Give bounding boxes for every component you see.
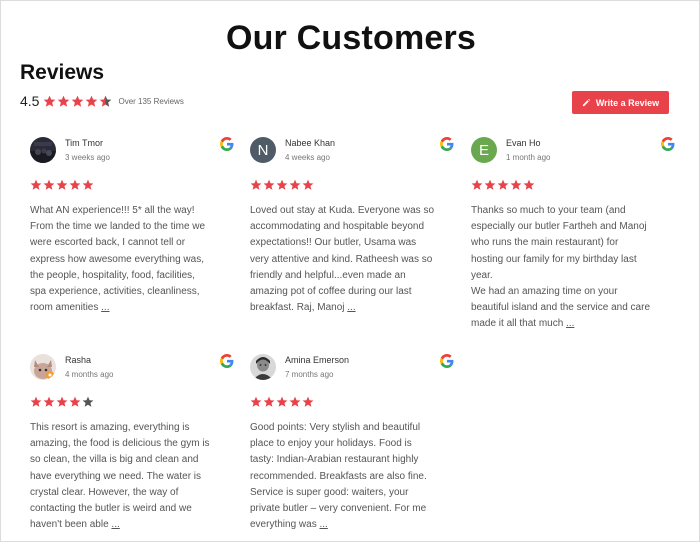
star-filled-icon: [302, 179, 314, 191]
read-more-link[interactable]: ...: [347, 302, 355, 313]
widget-frame: Our Customers Reviews 4.5 Over 135 Revie…: [0, 0, 700, 542]
star-filled-icon: [276, 179, 288, 191]
review-text: Thanks so much to your team (and especia…: [471, 205, 651, 330]
review-date: 4 weeks ago: [285, 153, 330, 162]
reviewer-name: Rasha: [65, 355, 92, 365]
rating-summary: 4.5 Over 135 Reviews: [20, 92, 184, 110]
star-filled-icon: [43, 95, 56, 108]
pencil-icon: [582, 98, 591, 107]
review-card: E Evan Ho 1 month ago Thanks so much to …: [471, 137, 675, 329]
star-filled-icon: [250, 396, 262, 408]
reviewer-name: Amina Emerson: [285, 355, 350, 365]
review-stars: [30, 396, 94, 408]
write-review-button[interactable]: Write a Review: [572, 91, 669, 114]
review-stars: [250, 179, 314, 191]
avatar: [30, 137, 56, 163]
star-filled-icon: [30, 179, 42, 191]
page-title: Our Customers: [225, 19, 477, 57]
review-date: 1 month ago: [506, 153, 551, 162]
star-filled-icon: [85, 95, 98, 108]
google-icon: [440, 354, 454, 368]
star-filled-icon: [497, 179, 509, 191]
star-filled-icon: [69, 396, 81, 408]
reviewer-name: Nabee Khan: [285, 138, 336, 148]
star-filled-icon: [56, 179, 68, 191]
star-filled-icon: [43, 396, 55, 408]
avatar-initial: E: [478, 141, 489, 159]
average-rating: 4.5: [20, 93, 40, 109]
star-empty-icon: [82, 396, 94, 408]
review-card: Amina Emerson 7 months ago Good points: …: [250, 354, 454, 530]
read-more-link[interactable]: ...: [319, 519, 327, 530]
google-icon: [661, 137, 675, 151]
google-icon: [220, 137, 234, 151]
star-filled-icon: [56, 396, 68, 408]
star-filled-icon: [289, 396, 301, 408]
read-more-link[interactable]: ...: [111, 519, 119, 530]
read-more-link[interactable]: ...: [101, 302, 109, 313]
review-date: 7 months ago: [285, 370, 334, 379]
google-icon: [440, 137, 454, 151]
star-filled-icon: [30, 396, 42, 408]
google-icon: [220, 354, 234, 368]
review-card: Tim Tmor 3 weeks ago What AN experience!…: [30, 137, 234, 313]
avatar: [250, 354, 276, 380]
reviewer-name: Evan Ho: [506, 138, 541, 148]
star-filled-icon: [484, 179, 496, 191]
review-text: What AN experience!!! 5* all the way! Fr…: [30, 205, 206, 314]
star-filled-icon: [82, 179, 94, 191]
star-filled-icon: [250, 179, 262, 191]
star-filled-icon: [71, 95, 84, 108]
average-rating-stars: [43, 95, 112, 108]
avatar: [30, 354, 56, 380]
avatar: N: [250, 137, 276, 163]
review-stars: [471, 179, 535, 191]
star-filled-icon: [302, 396, 314, 408]
avatar: E: [471, 137, 497, 163]
review-card: N Nabee Khan 4 weeks ago Loved out stay …: [250, 137, 454, 313]
review-stars: [250, 396, 314, 408]
review-stars: [30, 179, 94, 191]
review-count: Over 135 Reviews: [118, 96, 184, 106]
star-filled-icon: [276, 396, 288, 408]
star-filled-icon: [523, 179, 535, 191]
reviewer-name: Tim Tmor: [65, 138, 103, 148]
read-more-link[interactable]: ...: [566, 318, 574, 329]
star-filled-icon: [263, 396, 275, 408]
star-filled-icon: [510, 179, 522, 191]
star-filled-icon: [289, 179, 301, 191]
reviews-heading: Reviews: [20, 61, 105, 84]
review-text: Good points: Very stylish and beautiful …: [250, 422, 427, 531]
star-filled-icon: [263, 179, 275, 191]
star-filled-icon: [69, 179, 81, 191]
review-date: 4 months ago: [65, 370, 114, 379]
review-text: This resort is amazing, everything is am…: [30, 422, 210, 531]
review-card: Rasha 4 months ago This resort is amazin…: [30, 354, 234, 530]
review-date: 3 weeks ago: [65, 153, 110, 162]
star-filled-icon: [57, 95, 70, 108]
star-filled-icon: [43, 179, 55, 191]
star-filled-icon: [471, 179, 483, 191]
review-text: Loved out stay at Kuda. Everyone was so …: [250, 205, 434, 314]
star-half-icon: [99, 95, 112, 108]
write-review-label: Write a Review: [595, 97, 660, 108]
avatar-initial: N: [257, 141, 269, 159]
